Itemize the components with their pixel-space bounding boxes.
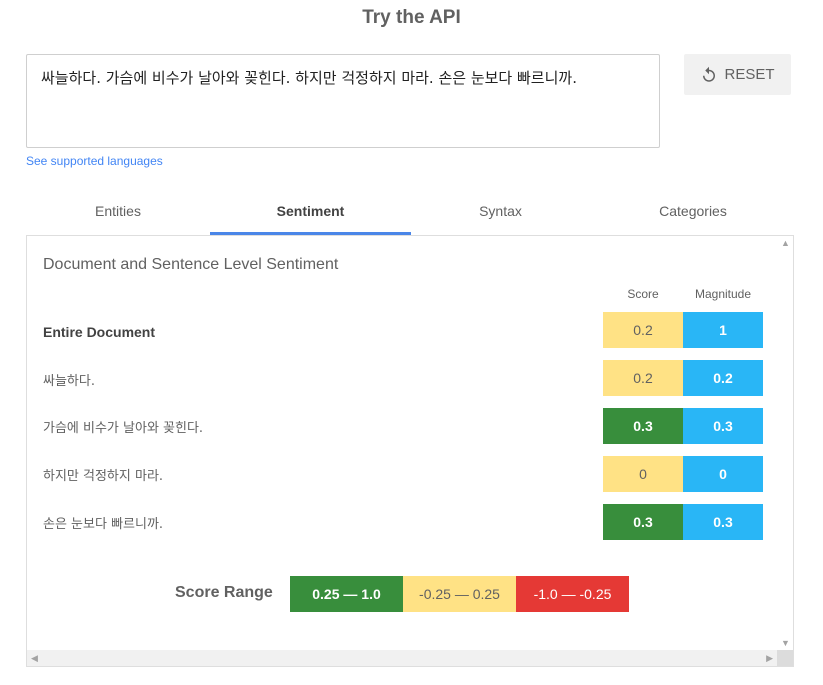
row-label: Entire Document [43, 324, 156, 340]
vertical-scrollbar[interactable]: ▲ ▼ [777, 236, 793, 652]
row-label: 손은 눈보다 빠르니까. [43, 517, 164, 532]
row-label: 하지만 걱정하지 마라. [43, 469, 164, 484]
tab-entities[interactable]: Entities [26, 190, 210, 234]
scroll-right-icon[interactable]: ▶ [766, 654, 773, 663]
scroll-down-icon[interactable]: ▼ [781, 639, 790, 648]
magnitude-cell: 0.2 [683, 360, 763, 396]
horizontal-scrollbar[interactable]: ◀ ▶ [27, 650, 779, 666]
scrollbar-corner [777, 650, 793, 666]
reset-label: RESET [724, 66, 775, 83]
range-neutral: -0.25 — 0.25 [403, 576, 516, 612]
supported-languages-link[interactable]: See supported languages [26, 154, 163, 168]
tab-sentiment[interactable]: Sentiment [210, 190, 411, 235]
score-cell: 0.2 [603, 360, 683, 396]
range-negative: -1.0 — -0.25 [516, 576, 629, 612]
score-cell: 0 [603, 456, 683, 492]
text-input-value[interactable]: 싸늘하다. 가슴에 비수가 날아와 꽂힌다. 하지만 걱정하지 마라. 손은 눈… [41, 67, 649, 88]
tab-syntax[interactable]: Syntax [411, 190, 590, 234]
score-cell: 0.3 [603, 504, 683, 540]
magnitude-cell: 0 [683, 456, 763, 492]
scroll-left-icon[interactable]: ◀ [31, 654, 38, 663]
tab-bar: Entities Sentiment Syntax Categories [26, 190, 796, 236]
reset-button[interactable]: RESET [684, 54, 791, 95]
magnitude-cell: 1 [683, 312, 763, 348]
scroll-up-icon[interactable]: ▲ [781, 239, 790, 248]
panel-title: Document and Sentence Level Sentiment [43, 256, 339, 273]
reset-icon [700, 66, 718, 84]
sentiment-panel: Document and Sentence Level Sentiment Sc… [26, 235, 794, 667]
magnitude-cell: 0.3 [683, 408, 763, 444]
score-cell: 0.2 [603, 312, 683, 348]
magnitude-cell: 0.3 [683, 504, 763, 540]
range-positive: 0.25 — 1.0 [290, 576, 403, 612]
score-range-label: Score Range [175, 584, 273, 601]
page-title: Try the API [362, 7, 461, 28]
magnitude-column-header: Magnitude [694, 287, 752, 301]
text-input[interactable]: 싸늘하다. 가슴에 비수가 날아와 꽂힌다. 하지만 걱정하지 마라. 손은 눈… [26, 54, 660, 148]
row-label: 가슴에 비수가 날아와 꽂힌다. [43, 421, 204, 436]
score-cell: 0.3 [603, 408, 683, 444]
score-column-header: Score [627, 287, 659, 301]
tab-categories[interactable]: Categories [590, 190, 796, 234]
row-label: 싸늘하다. [43, 374, 95, 389]
